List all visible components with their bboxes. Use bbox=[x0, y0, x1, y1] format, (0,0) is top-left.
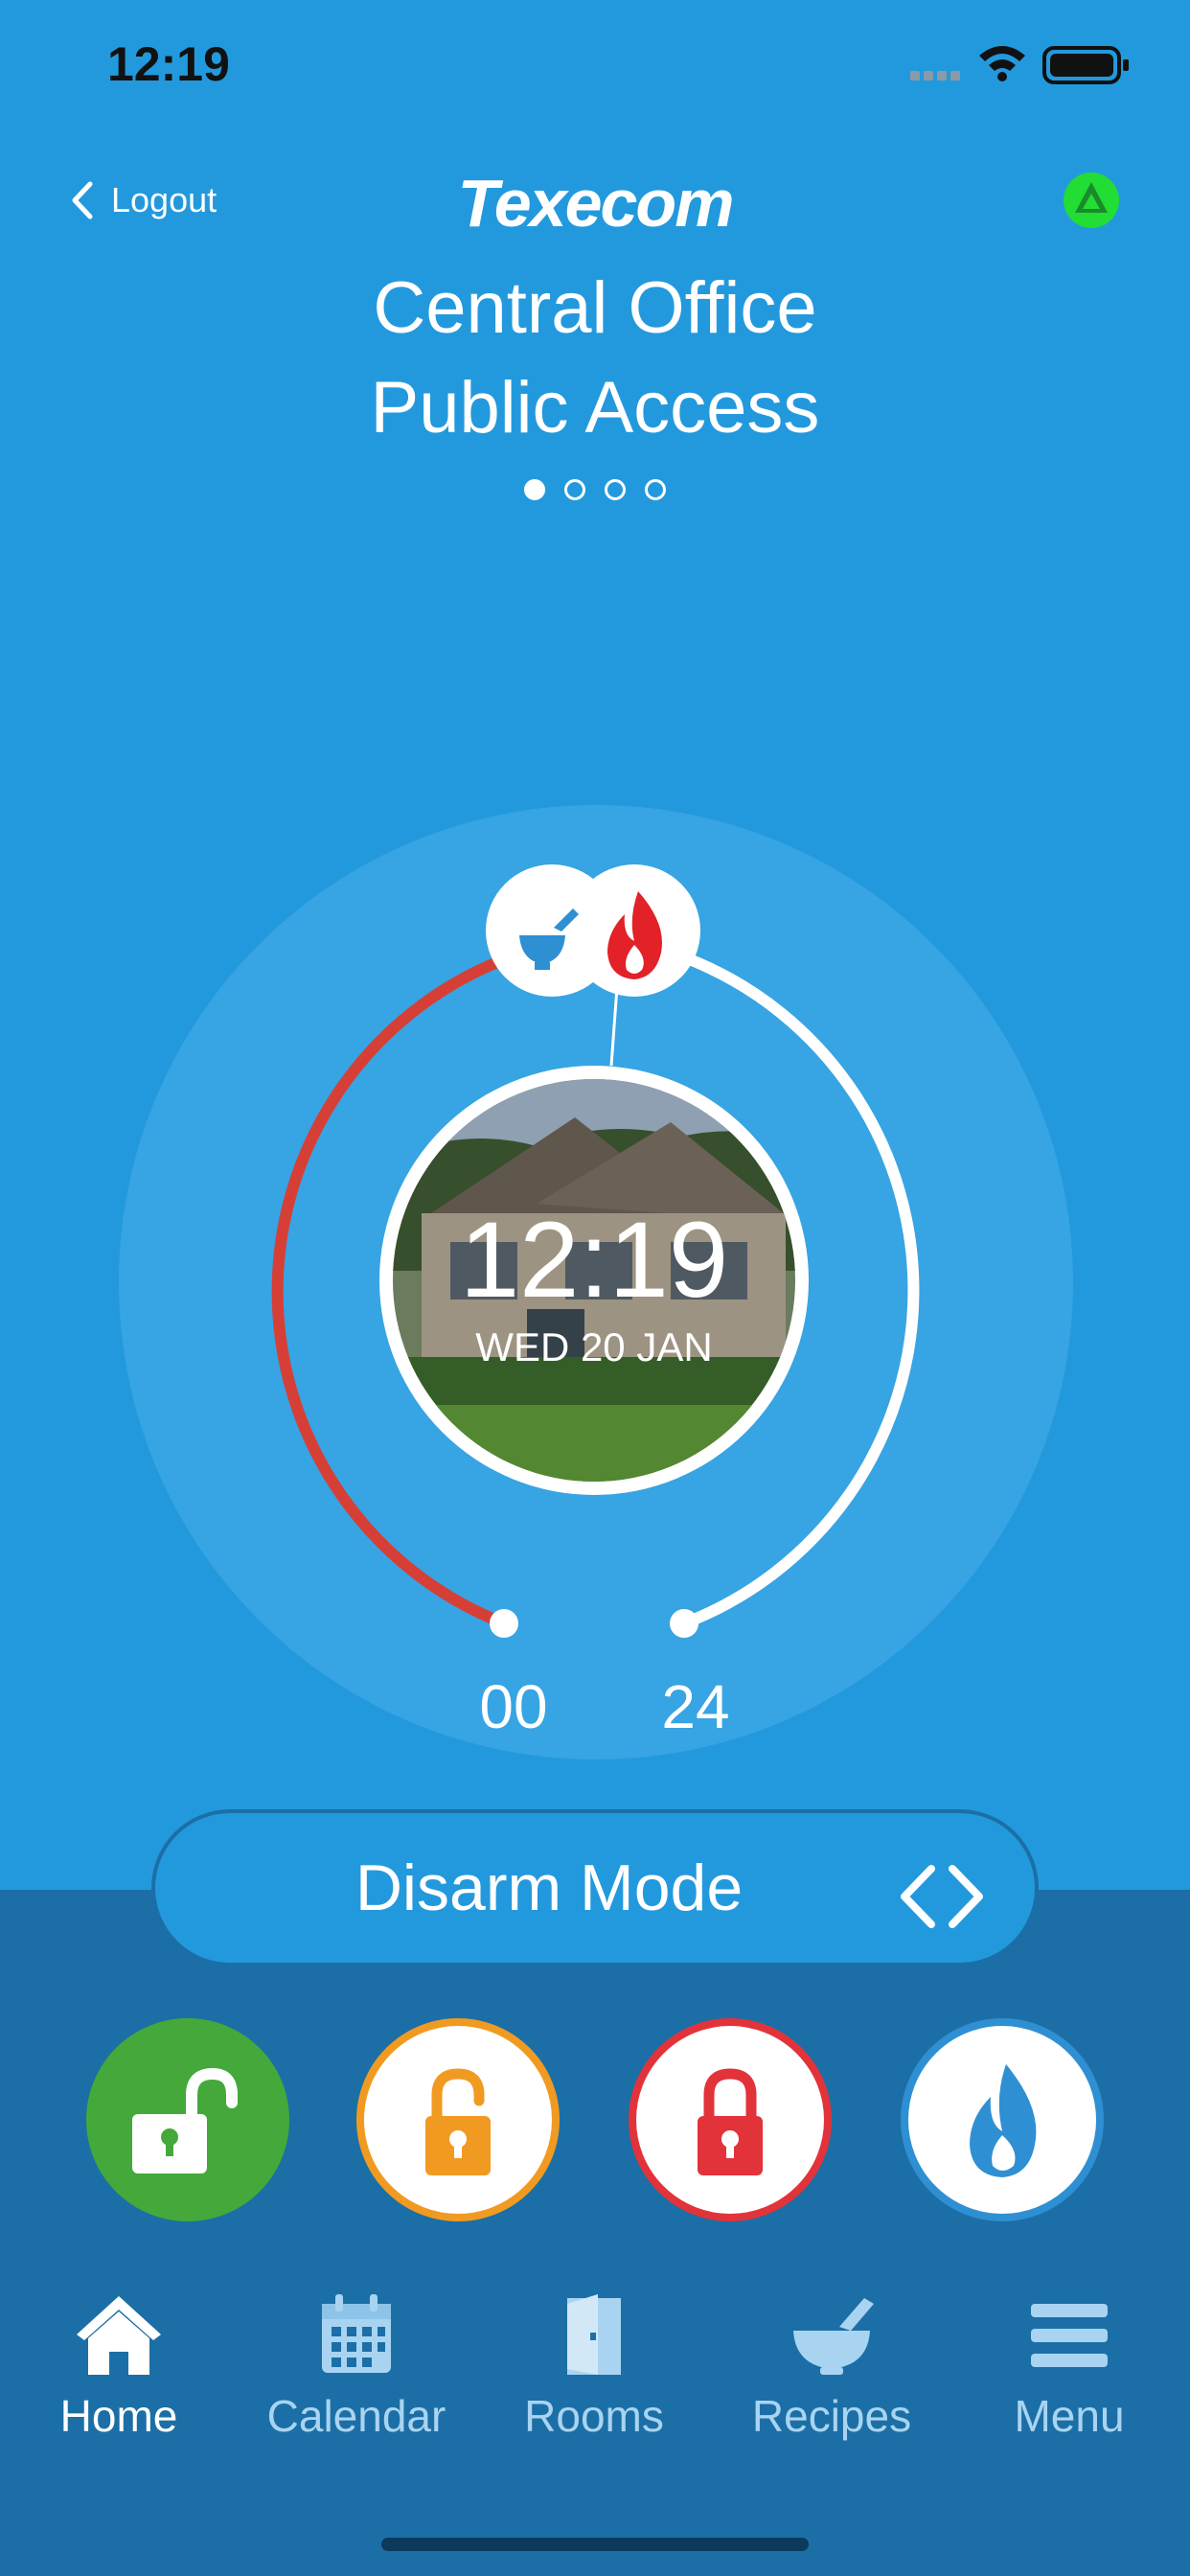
full-arm-button[interactable] bbox=[629, 2018, 832, 2221]
brand-logo: Texecom bbox=[457, 166, 735, 241]
tab-menu[interactable]: Menu bbox=[950, 2292, 1188, 2442]
status-bar-icons bbox=[910, 46, 1129, 84]
tab-calendar[interactable]: Calendar bbox=[238, 2292, 475, 2442]
tab-rooms-label: Rooms bbox=[524, 2391, 664, 2441]
unlocked-padlock-icon bbox=[132, 2067, 238, 2174]
dial-connector bbox=[609, 986, 619, 1067]
tab-rooms[interactable]: Rooms bbox=[475, 2292, 713, 2442]
page-indicator[interactable] bbox=[0, 479, 1190, 500]
action-panel bbox=[0, 1890, 1190, 2576]
battery-icon bbox=[1042, 46, 1129, 84]
page-dot[interactable] bbox=[645, 479, 666, 500]
disarm-button[interactable] bbox=[86, 2018, 289, 2221]
tab-calendar-label: Calendar bbox=[266, 2391, 446, 2441]
tab-recipes-label: Recipes bbox=[751, 2391, 912, 2441]
tab-recipes[interactable]: Recipes bbox=[713, 2292, 950, 2442]
door-icon bbox=[567, 2294, 621, 2375]
clock-date: WED 20 JAN bbox=[475, 1324, 713, 1369]
page-dot[interactable] bbox=[605, 479, 626, 500]
mode-label: Disarm Mode bbox=[355, 1852, 744, 1924]
dial-value-right: 24 bbox=[661, 1672, 730, 1741]
partially-open-padlock-icon bbox=[425, 2068, 491, 2175]
page-title: Central Office Public Access bbox=[0, 259, 1190, 458]
mortar-pestle-icon bbox=[793, 2298, 874, 2375]
site-subtitle: Public Access bbox=[370, 367, 820, 448]
tab-menu-label: Menu bbox=[1014, 2391, 1125, 2441]
clock-time: 12:19 bbox=[459, 1200, 729, 1320]
chevrons-left-right-icon[interactable] bbox=[897, 1863, 987, 1930]
zone-icons[interactable] bbox=[485, 864, 701, 997]
site-name: Central Office bbox=[373, 267, 817, 349]
part-arm-button[interactable] bbox=[356, 2018, 560, 2221]
home-indicator[interactable] bbox=[381, 2538, 809, 2551]
cellular-signal-icon bbox=[910, 71, 960, 80]
home-icon bbox=[77, 2296, 161, 2375]
fire-button[interactable] bbox=[901, 2018, 1104, 2221]
page-dot[interactable] bbox=[524, 479, 545, 500]
connection-status-icon[interactable] bbox=[1062, 171, 1121, 230]
flame-icon bbox=[970, 2064, 1037, 2177]
wifi-icon bbox=[979, 46, 1025, 81]
status-bar-time: 12:19 bbox=[107, 37, 230, 91]
page-dot[interactable] bbox=[564, 479, 585, 500]
dial-handle-right bbox=[670, 1609, 698, 1638]
locked-padlock-icon bbox=[698, 2068, 763, 2175]
tab-home-label: Home bbox=[59, 2391, 178, 2441]
hamburger-icon bbox=[1031, 2304, 1108, 2367]
dial-handle-left bbox=[490, 1609, 518, 1638]
dial-value-left: 00 bbox=[479, 1672, 548, 1741]
tab-home[interactable]: Home bbox=[0, 2292, 238, 2442]
calendar-icon bbox=[322, 2294, 391, 2373]
